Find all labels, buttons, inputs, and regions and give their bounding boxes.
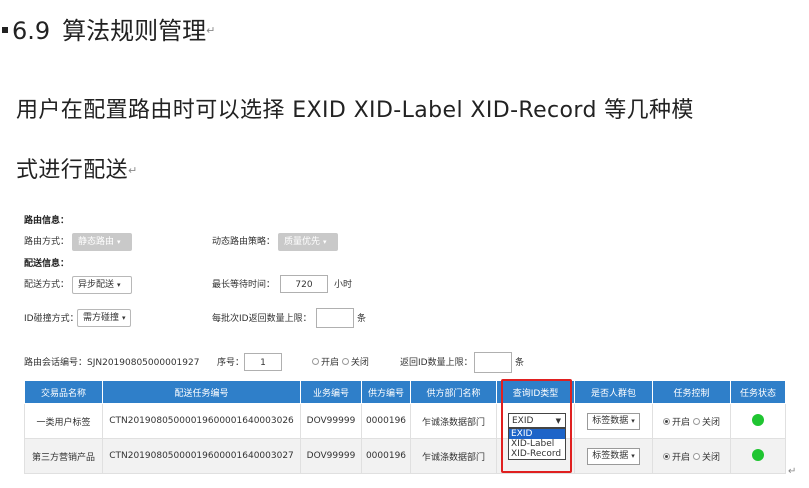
delivery-mode-label: 配送方式： xyxy=(24,280,70,290)
route-mode-value: 静态路由 xyxy=(78,237,115,247)
crowd-select-value: 标签数据 xyxy=(592,415,629,426)
id-collision-dropdown[interactable]: 需方碰撞 ▾ xyxy=(77,309,131,327)
cell-business-number: DOV99999 xyxy=(300,438,362,474)
caret-down-icon: ▾ xyxy=(122,314,126,322)
radio-task-open-label: 开启 xyxy=(672,452,691,463)
route-info-heading: 路由信息： xyxy=(24,216,70,226)
caret-down-icon: ▾ xyxy=(117,281,121,289)
max-wait-input[interactable]: 720 xyxy=(280,275,328,293)
caret-down-icon: ▾ xyxy=(323,238,327,246)
cell-task-number: CTN20190805000019600001640003027 xyxy=(102,438,301,474)
radio-task-close-label: 关闭 xyxy=(701,417,720,428)
col-header: 任务控制 xyxy=(652,380,731,404)
return-limit-input[interactable] xyxy=(474,352,512,373)
caret-down-icon: ▾ xyxy=(631,416,635,425)
table-header-row: 交易品名称 配送任务编号 业务编号 供方编号 供方部门名称 查询ID类型 是否人… xyxy=(24,380,786,404)
paragraph-mark-icon: ↵ xyxy=(206,24,216,37)
delivery-info-heading: 配送信息： xyxy=(24,259,70,269)
crowd-select-value: 标签数据 xyxy=(592,450,629,461)
paragraph-mark-icon: ↵ xyxy=(128,164,138,177)
radio-close-label: 关闭 xyxy=(350,358,369,368)
route-mode-label: 路由方式： xyxy=(24,237,70,247)
cell-product-name: 第三方营销产品 xyxy=(24,438,103,474)
body-paragraph-line-2: 式进行配送↵ xyxy=(16,156,138,186)
col-header: 业务编号 xyxy=(300,380,362,404)
return-limit-unit: 条 xyxy=(515,358,525,368)
cell-supplier-dept: 乍诚涤数据部门 xyxy=(410,403,497,439)
col-header: 任务状态 xyxy=(730,380,786,404)
body-paragraph-line-1: 用户在配置路由时可以选择 EXID XID-Label XID-Record 等… xyxy=(16,98,694,123)
col-header: 供方编号 xyxy=(361,380,411,404)
cell-business-number: DOV99999 xyxy=(300,403,362,439)
bullet-square-icon xyxy=(2,27,8,33)
cell-supplier-dept: 乍诚涤数据部门 xyxy=(410,438,497,474)
cell-task-status xyxy=(730,403,786,439)
col-header: 交易品名称 xyxy=(24,380,103,404)
cell-crowd: 标签数据 ▾ xyxy=(574,438,653,474)
batch-limit-input[interactable] xyxy=(316,308,354,328)
col-header: 供方部门名称 xyxy=(410,380,497,404)
crowd-select[interactable]: 标签数据 ▾ xyxy=(587,447,640,465)
crowd-select[interactable]: 标签数据 ▾ xyxy=(587,412,640,430)
delivery-mode-value: 异步配送 xyxy=(78,280,115,290)
cell-supplier-number: 0000196 xyxy=(361,403,411,439)
dynamic-strategy-dropdown[interactable]: 质量优先 ▾ xyxy=(278,233,338,251)
radio-task-open[interactable] xyxy=(663,452,671,460)
highlight-box xyxy=(501,379,572,473)
radio-task-close[interactable] xyxy=(692,452,700,460)
radio-task-open-label: 开启 xyxy=(672,417,691,428)
cell-product-name: 一类用户标签 xyxy=(24,403,103,439)
session-number: 路由会话编号：SJN20190805000001927 xyxy=(24,358,200,368)
caret-down-icon: ▾ xyxy=(631,451,635,460)
radio-open-label: 开启 xyxy=(321,358,340,368)
section-title-text: 算法规则管理 xyxy=(62,17,207,45)
cell-task-control: 开启 关闭 xyxy=(652,438,731,474)
task-table: 交易品名称 配送任务编号 业务编号 供方编号 供方部门名称 查询ID类型 是否人… xyxy=(24,380,786,474)
embedded-screenshot: 路由信息： 路由方式： 静态路由 ▾ 动态路由策略： 质量优先 ▾ 配送信息： 配送… xyxy=(0,208,809,488)
status-dot-icon xyxy=(752,448,764,461)
col-header: 配送任务编号 xyxy=(102,380,301,404)
route-mode-dropdown[interactable]: 静态路由 ▾ xyxy=(72,233,132,251)
paragraph-mark-icon: ↵ xyxy=(788,466,797,477)
delivery-mode-dropdown[interactable]: 异步配送 ▾ xyxy=(72,276,132,294)
body-paragraph-line-2-text: 式进行配送 xyxy=(16,158,129,183)
cell-task-number: CTN20190805000019600001640003026 xyxy=(102,403,301,439)
batch-limit-unit: 条 xyxy=(357,314,367,324)
caret-down-icon: ▾ xyxy=(117,238,121,246)
dynamic-strategy-label: 动态路由策略： xyxy=(212,237,276,247)
section-number: 6.9 xyxy=(12,17,51,45)
radio-task-open[interactable] xyxy=(663,417,671,425)
radio-close[interactable] xyxy=(341,358,349,365)
id-collision-label: ID碰撞方式： xyxy=(24,314,79,324)
seq-input[interactable]: 1 xyxy=(244,353,282,371)
batch-limit-label: 每批次ID返回数量上限： xyxy=(212,314,312,324)
session-control: 开启 关闭 xyxy=(312,356,369,370)
table-row: 第三方营销产品 CTN20190805000019600001640003027… xyxy=(24,438,786,474)
id-collision-value: 需方碰撞 xyxy=(83,313,120,323)
cell-supplier-number: 0000196 xyxy=(361,438,411,474)
return-limit-label: 返回ID数量上限： xyxy=(400,358,473,368)
table-row: 一类用户标签 CTN20190805000019600001640003026 … xyxy=(24,403,786,439)
section-title: 6.9 算法规则管理↵ xyxy=(2,15,215,47)
max-wait-unit: 小时 xyxy=(334,280,353,290)
max-wait-label: 最长等待时间： xyxy=(212,280,276,290)
status-dot-icon xyxy=(752,413,764,426)
seq-label: 序号： xyxy=(217,358,245,368)
radio-task-close-label: 关闭 xyxy=(701,452,720,463)
cell-task-control: 开启 关闭 xyxy=(652,403,731,439)
radio-task-close[interactable] xyxy=(692,417,700,425)
radio-open[interactable] xyxy=(312,358,319,365)
dynamic-strategy-value: 质量优先 xyxy=(284,237,321,247)
cell-task-status xyxy=(730,438,786,474)
cell-crowd: 标签数据 ▾ xyxy=(574,403,653,439)
col-header: 是否人群包 xyxy=(574,380,653,404)
